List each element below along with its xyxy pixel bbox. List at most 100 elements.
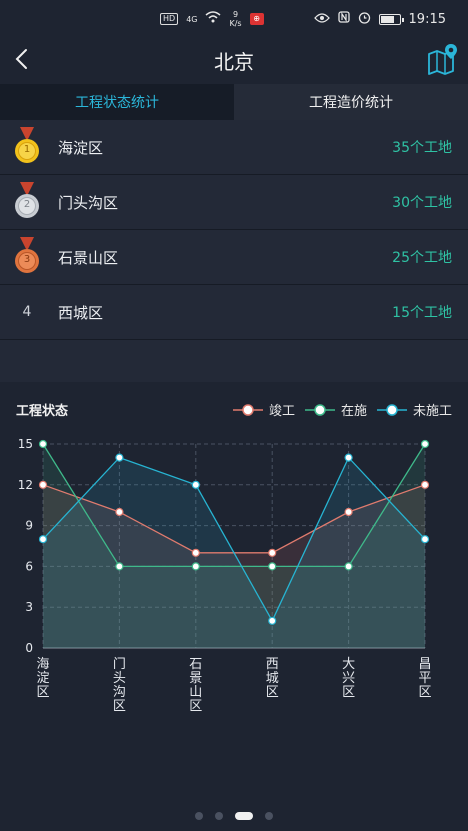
district-name: 石景山区 (58, 248, 119, 267)
x-tick-label: 沟 (113, 685, 126, 700)
district-name: 门头沟区 (58, 193, 119, 212)
legend-label: 竣工 (268, 404, 295, 419)
chart-panel: 工程状态 竣工 在施 未施工 0 3 6 9 12 15 海淀区门头沟区石景山区西城区大兴区… (0, 382, 468, 802)
data-point (115, 507, 124, 517)
x-tick-label: 区 (113, 699, 126, 714)
ranking-list: 1 海淀区 35个工地 2 门头沟区 30个工地 3 石景山区 25个工地 4 … (0, 120, 468, 340)
page-dot[interactable] (265, 812, 273, 820)
x-tick-label: 区 (189, 699, 202, 714)
list-item[interactable]: 4 西城区 15个工地 (0, 285, 468, 340)
x-tick-label: 兴 (342, 671, 355, 686)
page-dot[interactable] (215, 812, 223, 820)
rank-number: 4 (22, 304, 32, 320)
x-tick-label: 区 (418, 685, 431, 700)
x-tick-label: 平 (418, 671, 431, 686)
status-bar: HD 4G 9 K/s ⊕ 19:15 (0, 0, 468, 38)
x-tick-label: 区 (342, 685, 355, 700)
x-tick-label: 头 (113, 671, 126, 686)
site-count: 15个工地 (392, 305, 452, 321)
silver-medal-icon: 2 (12, 182, 42, 222)
map-pin-icon (428, 44, 457, 75)
speed-value: 9 (232, 10, 239, 19)
list-item[interactable]: 3 石景山区 25个工地 (0, 230, 468, 285)
data-point (420, 480, 430, 489)
legend-item-completed[interactable]: 竣工 (232, 400, 295, 419)
tab-project-cost[interactable]: 工程造价统计 (234, 84, 468, 120)
x-tick-label: 门 (113, 657, 126, 672)
site-count: 35个工地 (392, 140, 452, 156)
legend-item-in-progress[interactable]: 在施 (304, 400, 367, 419)
data-point (344, 562, 353, 571)
clock: 19:15 (408, 11, 446, 27)
bronze-medal-icon: 3 (12, 237, 42, 277)
x-tick-label: 海 (36, 657, 49, 672)
tab-project-status[interactable]: 工程状态统计 (0, 84, 234, 120)
list-item[interactable]: 1 海淀区 35个工地 (0, 120, 468, 175)
x-tick-label: 区 (266, 685, 279, 700)
district-name: 海淀区 (58, 138, 104, 157)
x-tick-label: 城 (266, 671, 279, 686)
data-point (191, 562, 200, 571)
y-tick-label: 0 (25, 641, 33, 655)
y-tick-label: 15 (18, 437, 33, 451)
page-dot[interactable] (195, 812, 203, 820)
app-notification-icon: ⊕ (249, 13, 264, 25)
y-tick-label: 6 (25, 559, 33, 573)
status-bar-right: 19:15 (313, 11, 446, 28)
legend-label: 在施 (340, 404, 367, 419)
data-point (191, 548, 200, 557)
data-point (420, 439, 430, 449)
data-point (420, 535, 430, 544)
data-point (344, 507, 353, 517)
alarm-icon (358, 11, 371, 28)
medal-rank: 2 (23, 199, 31, 210)
x-tick-label: 淀 (36, 671, 49, 686)
wifi-icon (205, 11, 221, 27)
district-name: 西城区 (58, 303, 104, 322)
y-tick-label: 3 (25, 600, 33, 614)
x-tick-label: 西 (266, 657, 279, 672)
data-point (268, 562, 277, 571)
navbar: 北京 (0, 38, 468, 82)
list-item[interactable]: 2 门头沟区 30个工地 (0, 175, 468, 230)
list-footer-band (0, 340, 468, 382)
network-speed: 9 K/s (229, 10, 241, 28)
status-bar-left: HD 4G 9 K/s ⊕ (160, 10, 264, 28)
medal-rank: 3 (23, 254, 31, 265)
x-tick-label: 山 (189, 685, 202, 700)
speed-unit: K/s (229, 19, 242, 28)
legend-marker-not-started (376, 403, 407, 416)
eye-icon (313, 12, 330, 27)
y-tick-label: 9 (25, 519, 33, 533)
page-title: 北京 (214, 50, 254, 74)
gold-medal-icon: 1 (12, 127, 42, 167)
data-point (268, 616, 277, 625)
data-point (38, 535, 48, 544)
x-tick-label: 昌 (418, 657, 431, 672)
page-dot[interactable] (235, 812, 253, 820)
x-tick-label: 区 (36, 685, 49, 700)
site-count: 30个工地 (392, 195, 452, 211)
stats-tabs: 工程状态统计 工程造价统计 (0, 84, 468, 120)
x-tick-label: 景 (189, 671, 202, 686)
battery-icon (378, 13, 404, 25)
page-indicator (0, 812, 468, 820)
legend-label: 未施工 (412, 404, 452, 419)
hd-badge: HD (160, 13, 179, 25)
map-button[interactable] (426, 42, 460, 76)
data-point (38, 439, 48, 449)
line-chart: 03691215海淀区门头沟区石景山区西城区大兴区昌平区 (18, 437, 432, 714)
data-point (38, 480, 48, 489)
chart-legend: 竣工 在施 未施工 (232, 400, 452, 419)
data-point (191, 480, 200, 489)
legend-item-not-started[interactable]: 未施工 (376, 400, 452, 419)
chart-title: 工程状态 (16, 404, 69, 419)
x-tick-label: 大 (342, 657, 355, 672)
data-point (115, 562, 124, 571)
network-indicator: 4G (186, 14, 198, 24)
medal-rank: 1 (23, 144, 31, 155)
nfc-icon (337, 11, 350, 27)
legend-marker-completed (232, 403, 263, 416)
site-count: 25个工地 (392, 250, 452, 266)
data-point (268, 548, 277, 557)
